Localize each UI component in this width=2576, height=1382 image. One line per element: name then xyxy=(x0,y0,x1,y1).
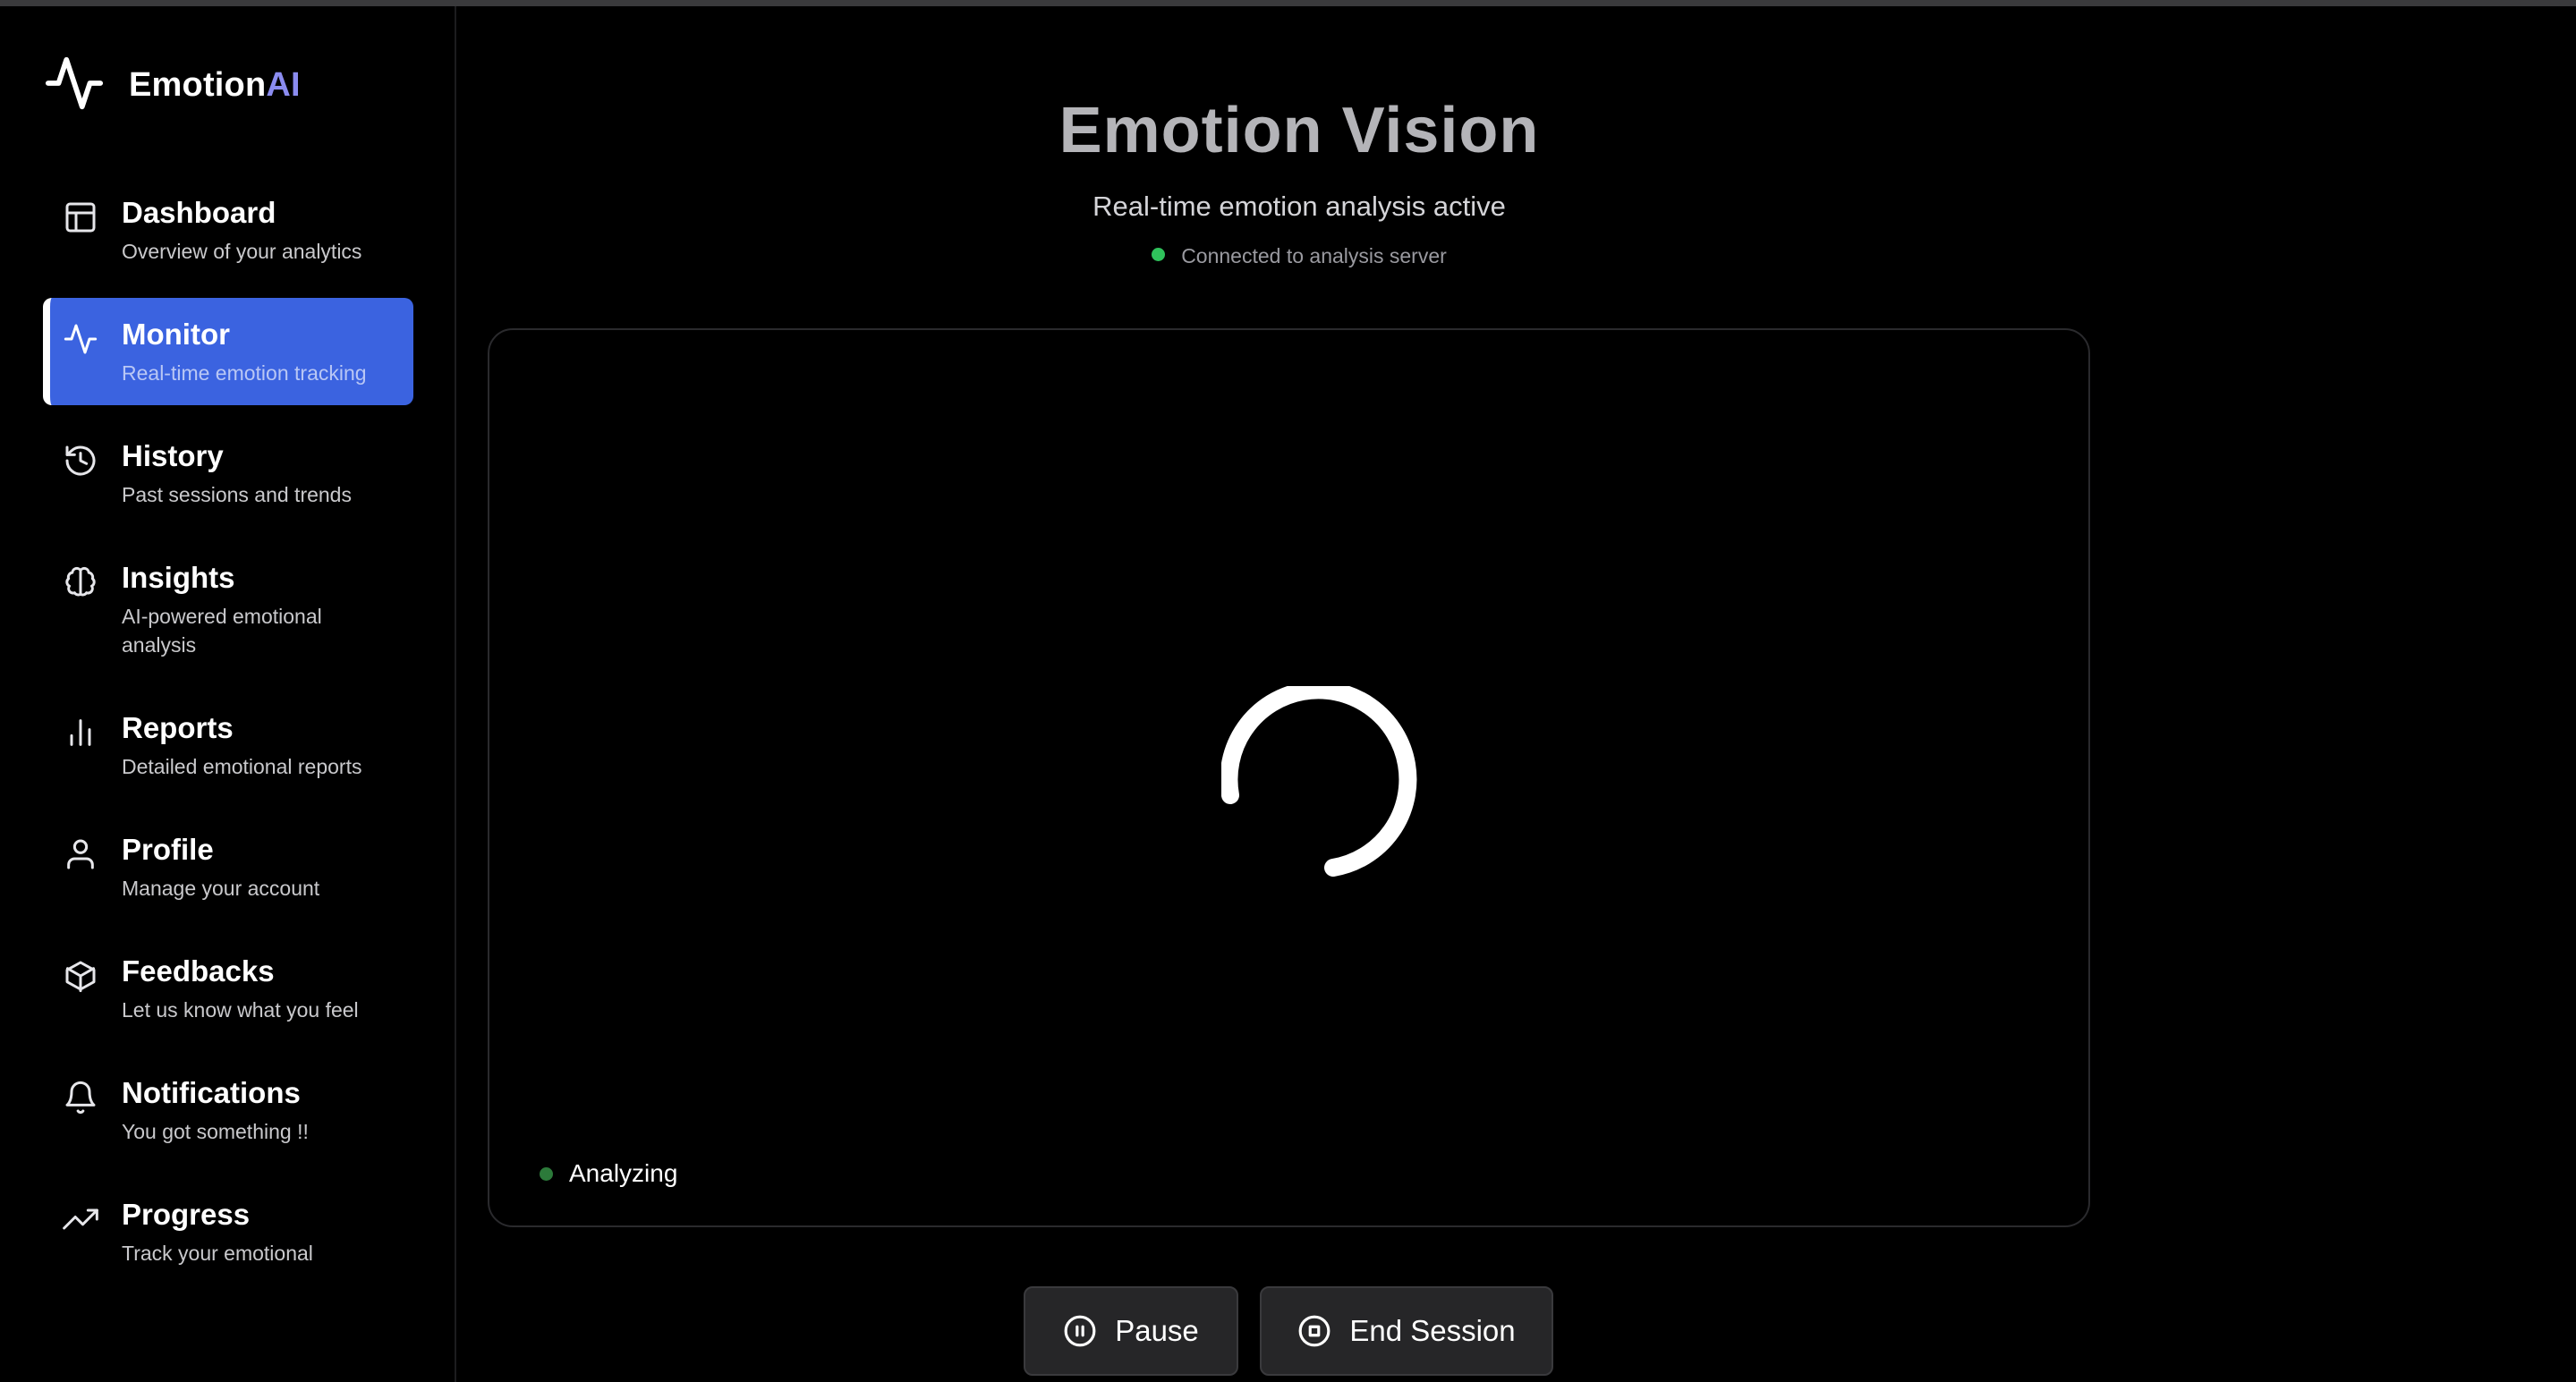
history-icon xyxy=(63,443,98,479)
sidebar-item-description: Manage your account xyxy=(122,877,320,900)
sidebar-item-label: Reports xyxy=(122,711,234,744)
layout-icon xyxy=(63,199,98,235)
sidebar-item-label: History xyxy=(122,439,224,472)
status-dot-icon xyxy=(1152,248,1166,262)
sidebar-item-profile[interactable]: Profile Manage your account xyxy=(43,813,413,920)
sidebar-item-notifications[interactable]: Notifications You got something !! xyxy=(43,1056,413,1164)
connection-status-text: Connected to analysis server xyxy=(1181,244,1447,267)
sidebar-item-reports[interactable]: Reports Detailed emotional reports xyxy=(43,691,413,799)
loading-spinner-icon xyxy=(1221,686,1417,877)
sidebar-item-label: Notifications xyxy=(122,1076,301,1109)
trending-up-icon xyxy=(63,1201,98,1237)
sidebar: EmotionAI Dashboard Overview of your ana… xyxy=(0,6,456,1382)
end-session-button-label: End Session xyxy=(1349,1314,1516,1347)
sidebar-item-label: Insights xyxy=(122,561,235,594)
bar-chart-icon xyxy=(63,715,98,750)
sidebar-item-label: Monitor xyxy=(122,318,230,351)
brand-name: EmotionAI xyxy=(129,66,301,105)
sidebar-item-progress[interactable]: Progress Track your emotional xyxy=(43,1178,413,1285)
pause-button[interactable]: Pause xyxy=(1024,1286,1238,1376)
sidebar-item-dashboard[interactable]: Dashboard Overview of your analytics xyxy=(43,176,413,284)
sidebar-item-monitor[interactable]: Monitor Real-time emotion tracking xyxy=(43,298,413,405)
box-icon xyxy=(63,958,98,994)
stop-circle-icon xyxy=(1298,1315,1331,1347)
brand-logo[interactable]: EmotionAI xyxy=(43,53,301,117)
bell-icon xyxy=(63,1080,98,1115)
brand-name-part1: Emotion xyxy=(129,65,267,104)
page-subtitle: Real-time emotion analysis active xyxy=(1092,191,1506,222)
video-panel[interactable]: Analyzing xyxy=(488,328,2090,1227)
sidebar-nav: Dashboard Overview of your analytics Mon… xyxy=(43,176,413,1300)
analysis-status: Analyzing xyxy=(540,1159,677,1188)
sidebar-item-description: Real-time emotion tracking xyxy=(122,361,367,385)
analyzing-dot-icon xyxy=(540,1166,553,1181)
brain-icon xyxy=(63,564,98,600)
analysis-status-text: Analyzing xyxy=(569,1159,678,1187)
activity-icon xyxy=(63,321,98,357)
window-top-bar xyxy=(0,0,2576,6)
page-title: Emotion Vision xyxy=(1058,95,1540,166)
user-icon xyxy=(63,836,98,872)
main-content: Emotion Vision Real-time emotion analysi… xyxy=(458,6,2576,1382)
sidebar-item-description: You got something !! xyxy=(122,1120,309,1143)
sidebar-item-label: Feedbacks xyxy=(122,954,275,988)
app-window: EmotionAI Dashboard Overview of your ana… xyxy=(0,0,2576,1382)
activity-logo-icon xyxy=(43,52,106,119)
sidebar-item-description: Overview of your analytics xyxy=(122,240,362,263)
sidebar-item-history[interactable]: History Past sessions and trends xyxy=(43,420,413,527)
sidebar-item-description: Track your emotional xyxy=(122,1242,313,1265)
connection-status: Connected to analysis server xyxy=(946,244,1653,268)
sidebar-item-feedbacks[interactable]: Feedbacks Let us know what you feel xyxy=(43,935,413,1042)
sidebar-item-description: AI-powered emotional analysis xyxy=(122,605,322,657)
sidebar-item-label: Profile xyxy=(122,833,214,866)
brand-name-part2: AI xyxy=(266,65,301,104)
pause-button-label: Pause xyxy=(1115,1314,1199,1347)
sidebar-item-insights[interactable]: Insights AI-powered emotional analysis xyxy=(43,541,413,677)
sidebar-item-description: Detailed emotional reports xyxy=(122,755,362,778)
sidebar-item-description: Past sessions and trends xyxy=(122,483,352,506)
pause-icon xyxy=(1064,1315,1096,1347)
sidebar-item-label: Progress xyxy=(122,1198,251,1231)
sidebar-item-label: Dashboard xyxy=(122,196,276,229)
sidebar-item-description: Let us know what you feel xyxy=(122,998,359,1022)
end-session-button[interactable]: End Session xyxy=(1260,1286,1553,1376)
